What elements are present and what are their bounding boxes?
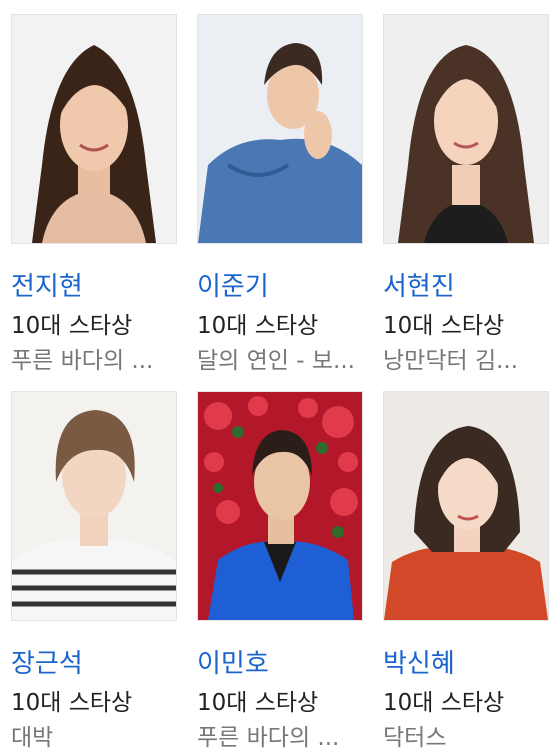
work-title: 대박 [11,725,54,751]
award-label: 10대 스타상 [11,313,133,339]
star-photo[interactable] [383,14,549,244]
work-title: 닥터스 [383,725,447,751]
star-name-link[interactable]: 이민호 [197,649,269,679]
portrait-image [198,392,362,620]
star-name-link[interactable]: 장근석 [11,649,83,679]
award-label: 10대 스타상 [197,313,319,339]
star-award-grid: 전지현 10대 스타상 푸른 바다의 ... 이준기 10대 스타상 달의 연인… [0,0,557,751]
work-title: 달의 연인 - 보... [197,348,355,374]
portrait-image [12,15,176,243]
star-photo[interactable] [11,14,177,244]
portrait-image [384,15,548,243]
portrait-image [384,392,548,620]
award-label: 10대 스타상 [383,313,505,339]
star-photo[interactable] [11,391,177,621]
star-photo[interactable] [197,14,363,244]
award-label: 10대 스타상 [383,690,505,716]
work-title: 푸른 바다의 ... [11,348,154,374]
star-name-link[interactable]: 이준기 [197,272,269,302]
star-name-link[interactable]: 서현진 [383,272,455,302]
star-photo[interactable] [383,391,549,621]
work-title: 푸른 바다의 ... [197,725,340,751]
award-label: 10대 스타상 [197,690,319,716]
star-name-link[interactable]: 전지현 [11,272,83,302]
star-photo[interactable] [197,391,363,621]
portrait-image [198,15,362,243]
portrait-image [12,392,176,620]
award-label: 10대 스타상 [11,690,133,716]
work-title: 낭만닥터 김... [383,348,519,374]
star-name-link[interactable]: 박신혜 [383,649,455,679]
